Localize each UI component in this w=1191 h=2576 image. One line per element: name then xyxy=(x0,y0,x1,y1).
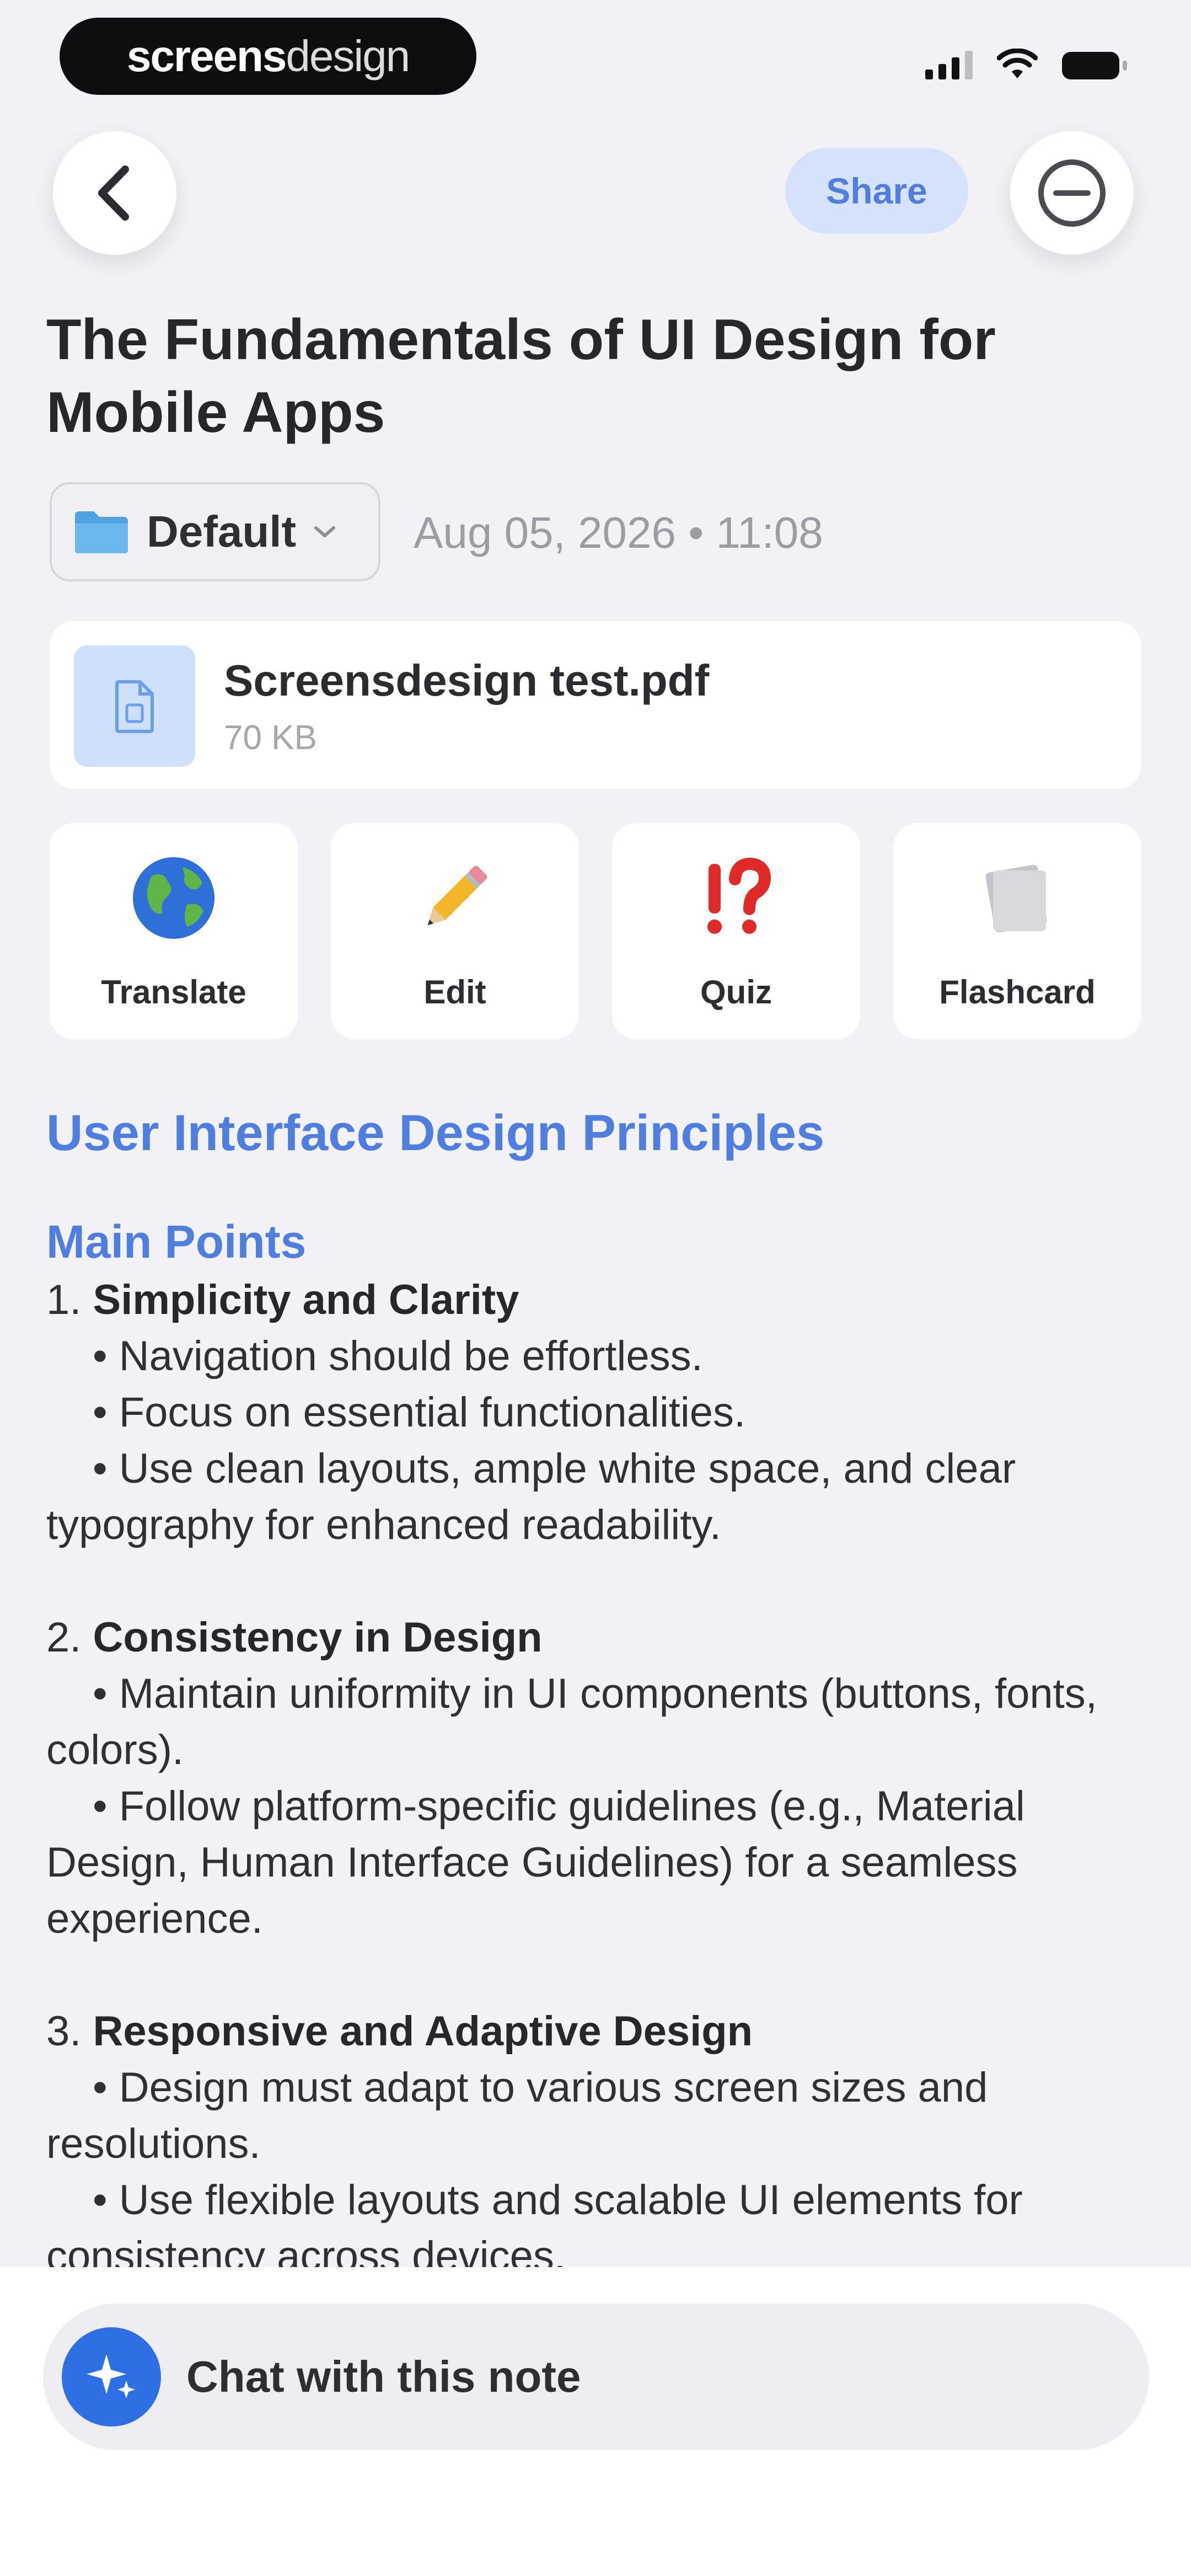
exclamation-question-icon xyxy=(692,854,780,942)
flashcard-icon xyxy=(973,854,1061,942)
brand-text-bold: screens xyxy=(126,31,287,81)
sparkles-icon xyxy=(62,2327,161,2427)
chat-with-note-button[interactable]: Chat with this note xyxy=(43,2304,1149,2450)
pencil-icon xyxy=(411,854,499,942)
folder-icon xyxy=(75,511,128,553)
status-icons xyxy=(925,49,1127,79)
brand-text-light: design xyxy=(286,31,410,81)
file-name: Screensdesign test.pdf xyxy=(224,656,710,705)
wifi-icon xyxy=(997,49,1038,78)
edit-tool-button[interactable]: Edit xyxy=(331,823,579,1039)
file-size: 70 KB xyxy=(224,719,317,757)
chevron-down-icon xyxy=(314,526,336,537)
more-button[interactable] xyxy=(1010,131,1134,255)
share-button[interactable]: Share xyxy=(785,148,968,234)
folder-label: Default xyxy=(147,507,297,556)
note-screen: screens design Share The Fundamentals of … xyxy=(0,0,1191,2576)
document-icon xyxy=(74,645,195,767)
translate-tool-button[interactable]: Translate xyxy=(50,823,298,1039)
chevron-left-icon xyxy=(98,165,129,221)
flashcard-tool-button[interactable]: Flashcard xyxy=(893,823,1141,1039)
bullet-item: • Design must adapt to various screen si… xyxy=(46,2064,988,2167)
note-content: User Interface Design Principles Main Po… xyxy=(46,1098,1149,2267)
content-subheading: Main Points xyxy=(46,1216,307,1268)
content-heading: User Interface Design Principles xyxy=(46,1105,825,1161)
brand-watermark: screens design xyxy=(60,18,476,95)
bullet-item: • Focus on essential functionalities. xyxy=(93,1389,746,1436)
note-title: The Fundamentals of UI Design for Mobile… xyxy=(46,308,996,445)
cellular-signal-icon xyxy=(925,51,973,79)
bullet-item: • Use flexible layouts and scalable UI e… xyxy=(46,2177,1023,2267)
attached-file-card[interactable]: Screensdesign test.pdf 70 KB xyxy=(50,621,1141,789)
ellipsis-circle-icon xyxy=(1038,159,1106,227)
section-title: 3. Responsive and Adaptive Design xyxy=(46,2008,753,2055)
home-indicator xyxy=(0,2566,1191,2576)
quiz-label: Quiz xyxy=(700,974,772,1011)
section-title: 1. Simplicity and Clarity xyxy=(46,1276,519,1323)
note-date: Aug 05, 2026 • 11:08 xyxy=(414,508,823,557)
edit-label: Edit xyxy=(423,974,486,1011)
bullet-item: • Navigation should be effortless. xyxy=(93,1333,703,1380)
quiz-tool-button[interactable]: Quiz xyxy=(612,823,860,1039)
globe-icon xyxy=(130,854,218,942)
bullet-item: • Follow platform-specific guidelines (e… xyxy=(46,1783,1025,1942)
bullet-item: • Use clean layouts, ample white space, … xyxy=(46,1445,1016,1548)
chat-label: Chat with this note xyxy=(186,2352,581,2401)
translate-label: Translate xyxy=(101,974,246,1011)
back-button[interactable] xyxy=(53,131,176,255)
bullet-item: • Maintain uniformity in UI components (… xyxy=(46,1670,1097,1773)
flashcard-label: Flashcard xyxy=(939,974,1096,1011)
folder-selector[interactable]: Default xyxy=(50,482,380,581)
section-title: 2. Consistency in Design xyxy=(46,1614,543,1661)
battery-icon xyxy=(1062,52,1127,79)
